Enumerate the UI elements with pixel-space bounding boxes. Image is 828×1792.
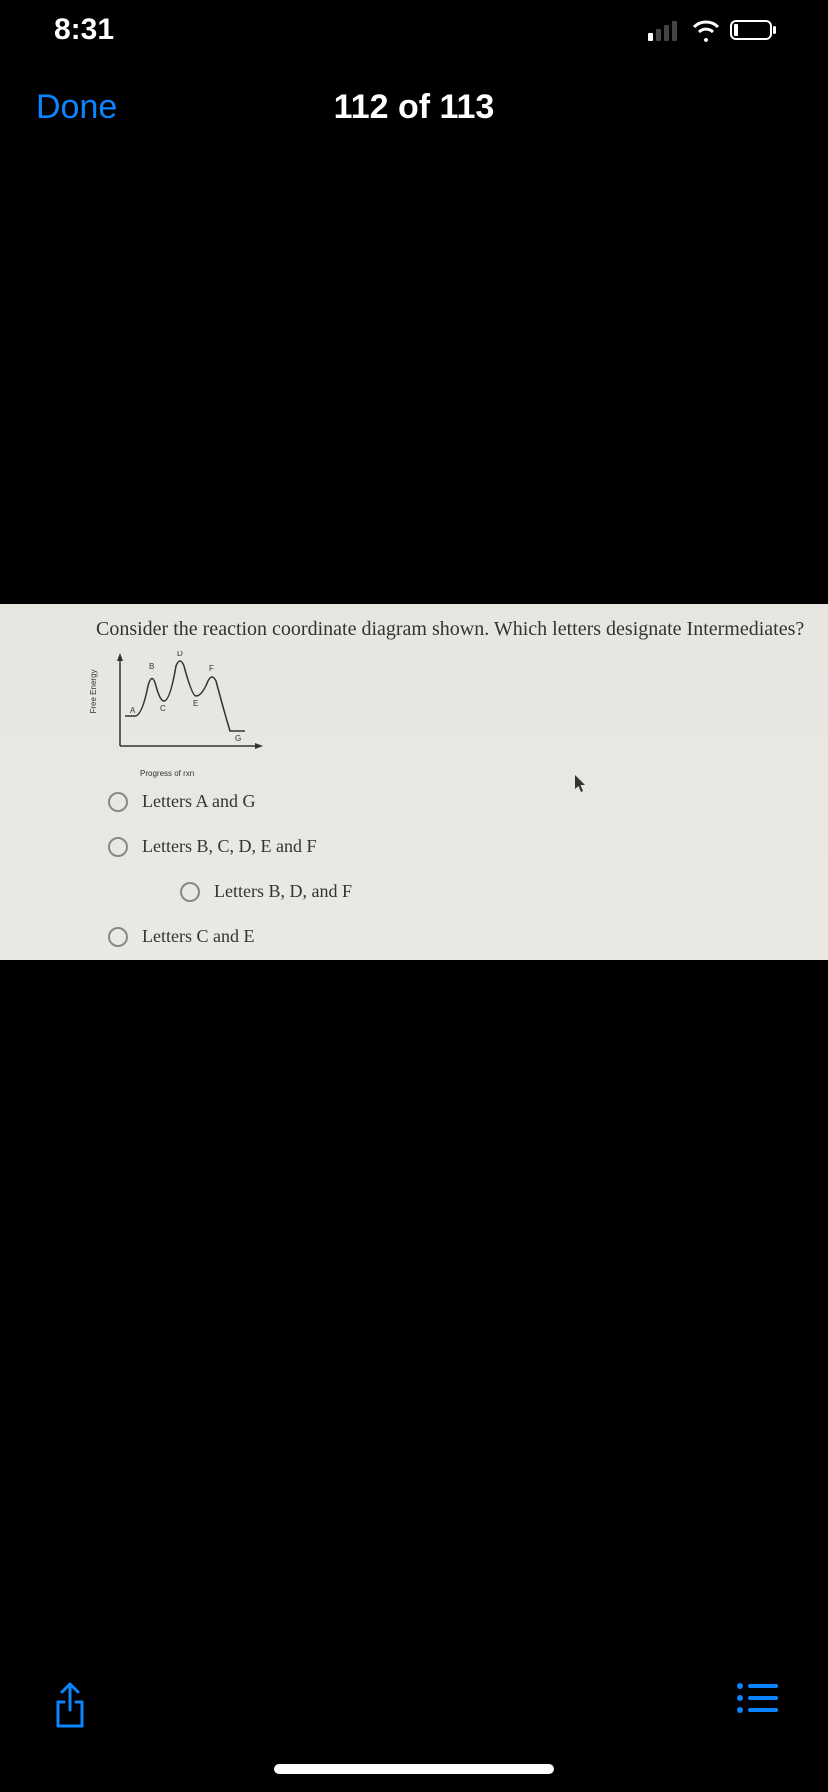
- nav-bar: Done 112 of 113: [0, 60, 828, 155]
- svg-text:G: G: [235, 734, 241, 743]
- option-label: Letters C and E: [142, 926, 254, 947]
- radio-icon[interactable]: [108, 927, 128, 947]
- wifi-icon: [690, 18, 722, 42]
- answer-options: Letters A and G Letters B, C, D, E and F…: [108, 791, 828, 947]
- page-counter: 112 of 113: [334, 88, 495, 127]
- option-label: Letters B, C, D, E and F: [142, 836, 316, 857]
- status-bar: 8:31: [0, 0, 828, 60]
- status-time: 8:31: [54, 13, 114, 47]
- share-icon[interactable]: [48, 1680, 92, 1732]
- question-prompt: Consider the reaction coordinate diagram…: [0, 604, 828, 641]
- done-button[interactable]: Done: [36, 88, 117, 127]
- radio-icon[interactable]: [180, 882, 200, 902]
- radio-icon[interactable]: [108, 792, 128, 812]
- option-row[interactable]: Letters A and G: [108, 791, 828, 812]
- svg-text:B: B: [149, 662, 154, 671]
- option-row[interactable]: Letters C and E: [108, 926, 828, 947]
- svg-text:F: F: [209, 664, 214, 673]
- radio-icon[interactable]: [108, 837, 128, 857]
- home-indicator[interactable]: [274, 1764, 554, 1774]
- status-icons: [648, 18, 778, 42]
- diagram-ylabel: Free Energy: [89, 669, 98, 713]
- option-row[interactable]: Letters B, C, D, E and F: [108, 836, 828, 857]
- svg-text:C: C: [160, 704, 166, 713]
- svg-text:A: A: [130, 706, 136, 715]
- list-icon[interactable]: [736, 1680, 780, 1716]
- svg-text:E: E: [193, 699, 198, 708]
- option-label: Letters A and G: [142, 791, 255, 812]
- reaction-diagram: Free Energy A B C D E F G Progress of rx…: [100, 651, 275, 766]
- battery-icon: [730, 18, 778, 42]
- option-label: Letters B, D, and F: [214, 881, 352, 902]
- cursor-icon: [575, 775, 587, 793]
- option-row[interactable]: Letters B, D, and F: [180, 881, 828, 902]
- document-content[interactable]: Consider the reaction coordinate diagram…: [0, 604, 828, 960]
- svg-text:D: D: [177, 651, 183, 658]
- diagram-xlabel: Progress of rxn: [140, 769, 194, 778]
- signal-icon: [648, 19, 682, 41]
